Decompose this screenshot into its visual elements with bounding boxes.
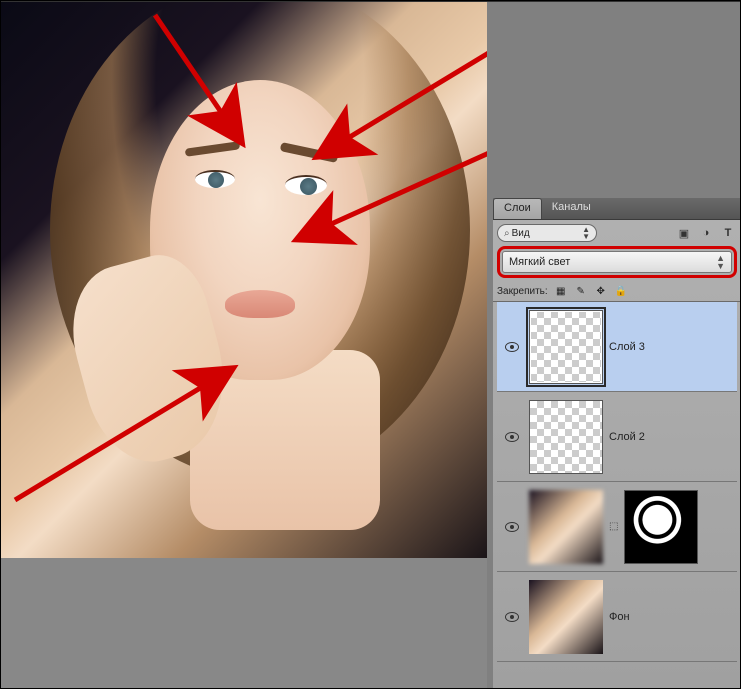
filter-text-icon[interactable]: T [719,225,737,241]
layer-name-label[interactable]: Фон [609,611,733,623]
visibility-eye-icon[interactable] [505,342,519,352]
filter-mask-icon[interactable]: ◑ [697,225,715,241]
layer-thumbnail[interactable] [529,310,603,384]
filter-label: Вид [512,228,530,239]
search-icon: ⌕ [504,228,510,239]
tab-channels[interactable]: Каналы [542,198,601,219]
tab-layers[interactable]: Слои [493,198,542,219]
document-image[interactable] [0,0,487,558]
blend-mode-highlight: Мягкий свет ▲▼ Непр [497,246,737,278]
layers-panel: Слои Каналы ⌕ Вид ▲▼ ▣ ◑ T Мягкий свет ▲… [493,198,741,689]
panel-tabs: Слои Каналы [493,198,741,220]
lock-pixels-icon[interactable]: ▦ [554,286,568,297]
canvas-area[interactable] [0,0,487,689]
lock-position-icon[interactable]: ✥ [594,286,608,297]
layer-row[interactable]: ⬚ [497,482,737,572]
layer-row[interactable]: Фон [497,572,737,662]
link-icon[interactable]: ⬚ [609,521,618,532]
visibility-eye-icon[interactable] [505,432,519,442]
layer-name-label[interactable]: Слой 2 [609,431,733,443]
layer-thumbnail[interactable] [529,490,603,564]
lock-all-icon[interactable]: 🔒 [614,286,628,297]
chevron-updown-icon: ▲▼ [716,254,725,270]
layer-row[interactable]: Слой 2 [497,392,737,482]
layer-list: Слой 3 Слой 2 ⬚ Фон [497,302,737,662]
stepper-icon: ▲▼ [582,226,590,240]
filter-pixel-icon[interactable]: ▣ [675,225,693,241]
layer-thumbnail[interactable] [529,580,603,654]
layer-name-label[interactable]: Слой 3 [609,341,733,353]
layer-row[interactable]: Слой 3 [497,302,737,392]
visibility-eye-icon[interactable] [505,522,519,532]
blend-mode-select[interactable]: Мягкий свет ▲▼ [502,251,732,273]
blend-mode-value: Мягкий свет [509,256,570,268]
layer-filter-select[interactable]: ⌕ Вид ▲▼ [497,224,597,242]
layer-mask-thumbnail[interactable] [624,490,698,564]
layer-thumbnail[interactable] [529,400,603,474]
lock-brush-icon[interactable]: ✎ [574,286,588,297]
visibility-eye-icon[interactable] [505,612,519,622]
lock-label: Закрепить: [497,286,548,297]
lock-row: Закрепить: ▦ ✎ ✥ 🔒 [497,284,737,301]
